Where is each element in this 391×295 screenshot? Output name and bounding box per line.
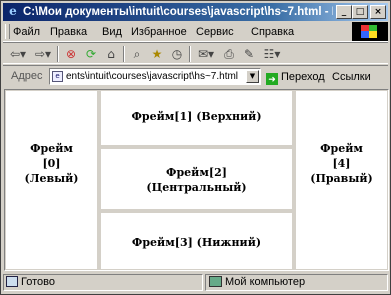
- minimize-button[interactable]: _: [336, 5, 352, 19]
- frame-top: Фрейм[1] (Верхний): [101, 91, 292, 145]
- mail-icon[interactable]: ✉▾: [195, 46, 217, 62]
- frame-left-line1: Фрейм: [30, 142, 73, 155]
- discuss-icon[interactable]: ☷▾: [261, 46, 283, 62]
- menu-file[interactable]: Файл: [13, 25, 40, 39]
- menu-favorites[interactable]: Избранное: [131, 25, 187, 39]
- browser-window: e C:\Мои документы\intuit\courses\javasc…: [0, 0, 391, 295]
- windows-logo-icon: [352, 22, 388, 41]
- address-value[interactable]: ents\intuit\courses\javascript\hs~7.html: [66, 70, 246, 83]
- menu-tools[interactable]: Сервис: [196, 25, 234, 39]
- forward-icon[interactable]: ⇨▾: [33, 46, 53, 62]
- frame-center-line1: Фрейм[2]: [166, 166, 227, 179]
- menu-grip[interactable]: [5, 24, 10, 39]
- standard-toolbar: ⇦▾ ⇨▾ ⊗ ⟳ ⌂ ⌕ ★ ◷ ✉▾ ⎙ ✎ ☷▾: [3, 42, 388, 64]
- status-zone-cell: Мой компьютер: [205, 274, 388, 291]
- search-icon[interactable]: ⌕: [129, 46, 145, 62]
- back-icon[interactable]: ⇦▾: [7, 46, 29, 62]
- frameset-content: Фрейм [0] (Левый) Фрейм[1] (Верхний) Фре…: [4, 89, 389, 271]
- menu-edit[interactable]: Правка: [50, 25, 87, 39]
- computer-icon: [209, 276, 222, 287]
- frame-center: Фрейм[2] (Центральный): [101, 149, 292, 209]
- favorites-icon[interactable]: ★: [149, 46, 165, 62]
- ie-icon: e: [9, 4, 17, 18]
- menu-help[interactable]: Справка: [251, 25, 294, 39]
- address-label: Адрес: [11, 70, 43, 82]
- frame-right-line1: Фрейм: [320, 142, 363, 155]
- go-arrow-icon: ➜: [266, 73, 278, 85]
- print-icon[interactable]: ⎙: [221, 46, 237, 62]
- status-text-cell: Готово: [3, 274, 203, 291]
- status-zone: Мой компьютер: [225, 276, 306, 288]
- frame-top-label: Фрейм[1] (Верхний): [131, 110, 262, 123]
- frame-right-line3: (Правый): [310, 172, 373, 185]
- page-status-icon: [6, 276, 18, 287]
- frame-left: Фрейм [0] (Левый): [6, 91, 97, 269]
- frame-bottom-label: Фрейм[3] (Нижний): [131, 236, 262, 249]
- frame-right-line2: [4]: [332, 157, 351, 170]
- title-bar[interactable]: e C:\Мои документы\intuit\courses\javasc…: [3, 3, 388, 21]
- stop-icon[interactable]: ⊗: [63, 46, 79, 62]
- frame-left-line3: (Левый): [24, 172, 79, 185]
- history-icon[interactable]: ◷: [169, 46, 185, 62]
- window-title: C:\Мои документы\intuit\courses\javascri…: [23, 6, 333, 18]
- close-button[interactable]: ×: [370, 5, 386, 19]
- frame-left-line2: [0]: [42, 157, 61, 170]
- refresh-icon[interactable]: ⟳: [83, 46, 99, 62]
- frame-right: Фрейм [4] (Правый): [296, 91, 387, 269]
- address-input[interactable]: e ents\intuit\courses\javascript\hs~7.ht…: [49, 68, 261, 85]
- links-button[interactable]: Ссылки: [332, 69, 388, 85]
- address-bar: Адрес e ents\intuit\courses\javascript\h…: [3, 65, 388, 87]
- home-icon[interactable]: ⌂: [103, 46, 119, 62]
- status-bar: Готово Мой компьютер: [3, 273, 388, 292]
- maximize-button[interactable]: □: [352, 5, 368, 19]
- edit-icon[interactable]: ✎: [241, 46, 257, 62]
- go-label: Переход: [281, 71, 325, 83]
- menu-bar: Файл Правка Вид Избранное Сервис Справка: [3, 22, 388, 42]
- page-icon: e: [52, 71, 63, 82]
- go-button[interactable]: ➜ Переход: [266, 69, 325, 85]
- menu-view[interactable]: Вид: [102, 25, 122, 39]
- status-text: Готово: [21, 276, 55, 288]
- frame-bottom: Фрейм[3] (Нижний): [101, 213, 292, 269]
- chevron-down-icon[interactable]: ▼: [246, 70, 259, 83]
- frame-center-line2: (Центральный): [146, 181, 247, 194]
